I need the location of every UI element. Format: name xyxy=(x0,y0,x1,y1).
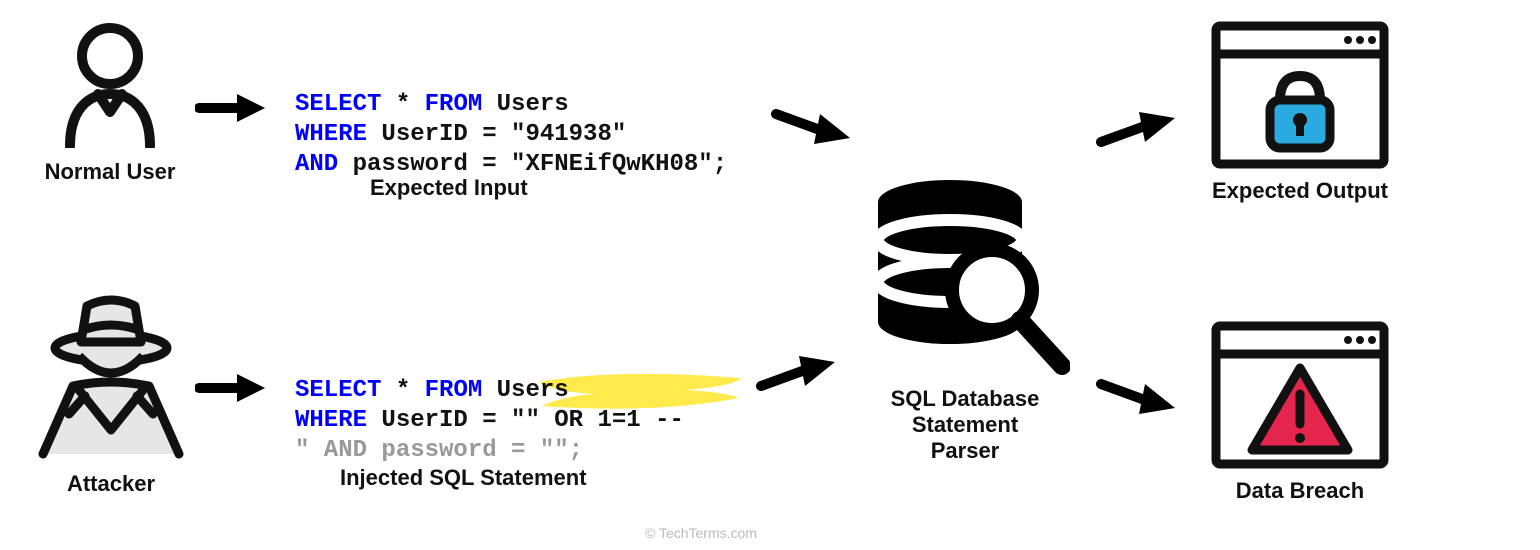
browser-alert-icon xyxy=(1210,320,1390,470)
sql-text: Users xyxy=(482,377,568,404)
user-icon xyxy=(50,18,170,148)
arrow-icon xyxy=(755,350,835,405)
injected-sql-code: SELECT * FROM Users WHERE UserID = "" OR… xyxy=(295,346,684,466)
injected-statement-label: Injected SQL Statement xyxy=(340,465,587,491)
expected-output-window xyxy=(1210,20,1390,175)
browser-lock-icon xyxy=(1210,20,1390,170)
spy-icon xyxy=(31,290,191,460)
sql-keyword: WHERE xyxy=(295,121,367,148)
database-search-icon xyxy=(860,170,1070,385)
expected-input-label: Expected Input xyxy=(370,175,528,201)
database-parser-label: SQL Database Statement Parser xyxy=(855,386,1075,464)
normal-user-figure: Normal User xyxy=(35,18,185,185)
attacker-figure: Attacker xyxy=(26,290,196,497)
sql-keyword: WHERE xyxy=(295,407,367,434)
sql-text: * xyxy=(381,91,424,118)
sql-text: password = xyxy=(338,151,511,178)
expected-output-label: Expected Output xyxy=(1210,178,1390,204)
data-breach-window xyxy=(1210,320,1390,475)
sql-literal: "XFNEifQwKH08" xyxy=(511,151,713,178)
normal-user-label: Normal User xyxy=(35,159,185,185)
sql-text: * xyxy=(381,377,424,404)
sql-keyword: SELECT xyxy=(295,377,381,404)
sql-keyword: AND xyxy=(295,151,338,178)
sql-keyword: FROM xyxy=(425,91,483,118)
arrow-icon xyxy=(195,90,265,131)
watermark-text: © TechTerms.com xyxy=(645,525,757,541)
arrow-icon xyxy=(770,100,850,155)
arrow-icon xyxy=(195,370,265,411)
sql-literal: "941938" xyxy=(511,121,626,148)
sql-keyword: FROM xyxy=(425,377,483,404)
sql-injection-payload: "" OR 1=1 -- xyxy=(511,407,684,434)
sql-text: UserID = xyxy=(367,121,511,148)
expected-sql-code: SELECT * FROM Users WHERE UserID = "9419… xyxy=(295,60,727,180)
sql-text: ; xyxy=(713,151,727,178)
sql-commented-out: " AND password = ""; xyxy=(295,437,583,464)
arrow-icon xyxy=(1095,370,1175,425)
attacker-label: Attacker xyxy=(26,471,196,497)
sql-text: UserID = xyxy=(367,407,511,434)
data-breach-label: Data Breach xyxy=(1210,478,1390,504)
sql-text: Users xyxy=(482,91,568,118)
arrow-icon xyxy=(1095,106,1175,161)
sql-keyword: SELECT xyxy=(295,91,381,118)
